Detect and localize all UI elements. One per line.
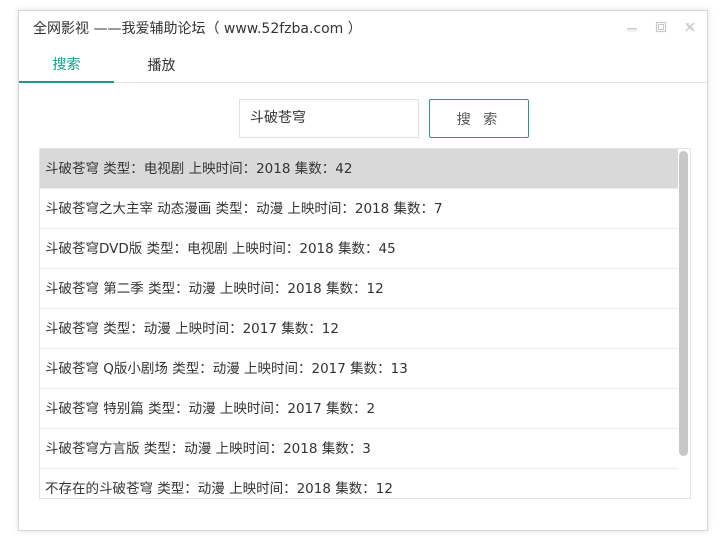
close-icon[interactable] — [682, 19, 697, 34]
list-item[interactable]: 不存在的斗破苍穹 类型：动漫 上映时间：2018 集数：12 — [40, 469, 680, 498]
app-window: 全网影视 ——我爱辅助论坛（ www.52fzba.com ） 搜索 播放 斗破… — [18, 10, 708, 531]
list-item[interactable]: 斗破苍穹 第二季 类型：动漫 上映时间：2018 集数：12 — [40, 269, 680, 309]
results-list-items: 斗破苍穹 类型：电视剧 上映时间：2018 集数：42 斗破苍穹之大主宰 动态漫… — [40, 149, 680, 498]
window-controls — [624, 19, 697, 34]
list-item[interactable]: 斗破苍穹 Q版小剧场 类型：动漫 上映时间：2017 集数：13 — [40, 349, 680, 389]
tab-bar: 搜索 播放 — [19, 47, 707, 83]
window-title: 全网影视 ——我爱辅助论坛（ www.52fzba.com ） — [33, 21, 362, 37]
results-list: 斗破苍穹 类型：电视剧 上映时间：2018 集数：42 斗破苍穹之大主宰 动态漫… — [39, 148, 691, 499]
minimize-icon[interactable] — [624, 19, 639, 34]
list-item[interactable]: 斗破苍穹 特别篇 类型：动漫 上映时间：2017 集数：2 — [40, 389, 680, 429]
list-item[interactable]: 斗破苍穹DVD版 类型：电视剧 上映时间：2018 集数：45 — [40, 229, 680, 269]
maximize-icon[interactable] — [653, 19, 668, 34]
list-item[interactable]: 斗破苍穹 类型：动漫 上映时间：2017 集数：12 — [40, 309, 680, 349]
search-button[interactable]: 搜 索 — [429, 99, 529, 138]
scrollbar[interactable] — [678, 149, 690, 498]
scrollbar-thumb[interactable] — [679, 151, 688, 456]
list-item[interactable]: 斗破苍穹 类型：电视剧 上映时间：2018 集数：42 — [40, 149, 680, 189]
search-input[interactable]: 斗破苍穹 — [239, 99, 419, 138]
list-item[interactable]: 斗破苍穹方言版 类型：动漫 上映时间：2018 集数：3 — [40, 429, 680, 469]
list-item[interactable]: 斗破苍穹之大主宰 动态漫画 类型：动漫 上映时间：2018 集数：7 — [40, 189, 680, 229]
tab-play[interactable]: 播放 — [114, 47, 209, 83]
tab-search[interactable]: 搜索 — [19, 47, 114, 83]
title-bar: 全网影视 ——我爱辅助论坛（ www.52fzba.com ） — [19, 11, 707, 45]
